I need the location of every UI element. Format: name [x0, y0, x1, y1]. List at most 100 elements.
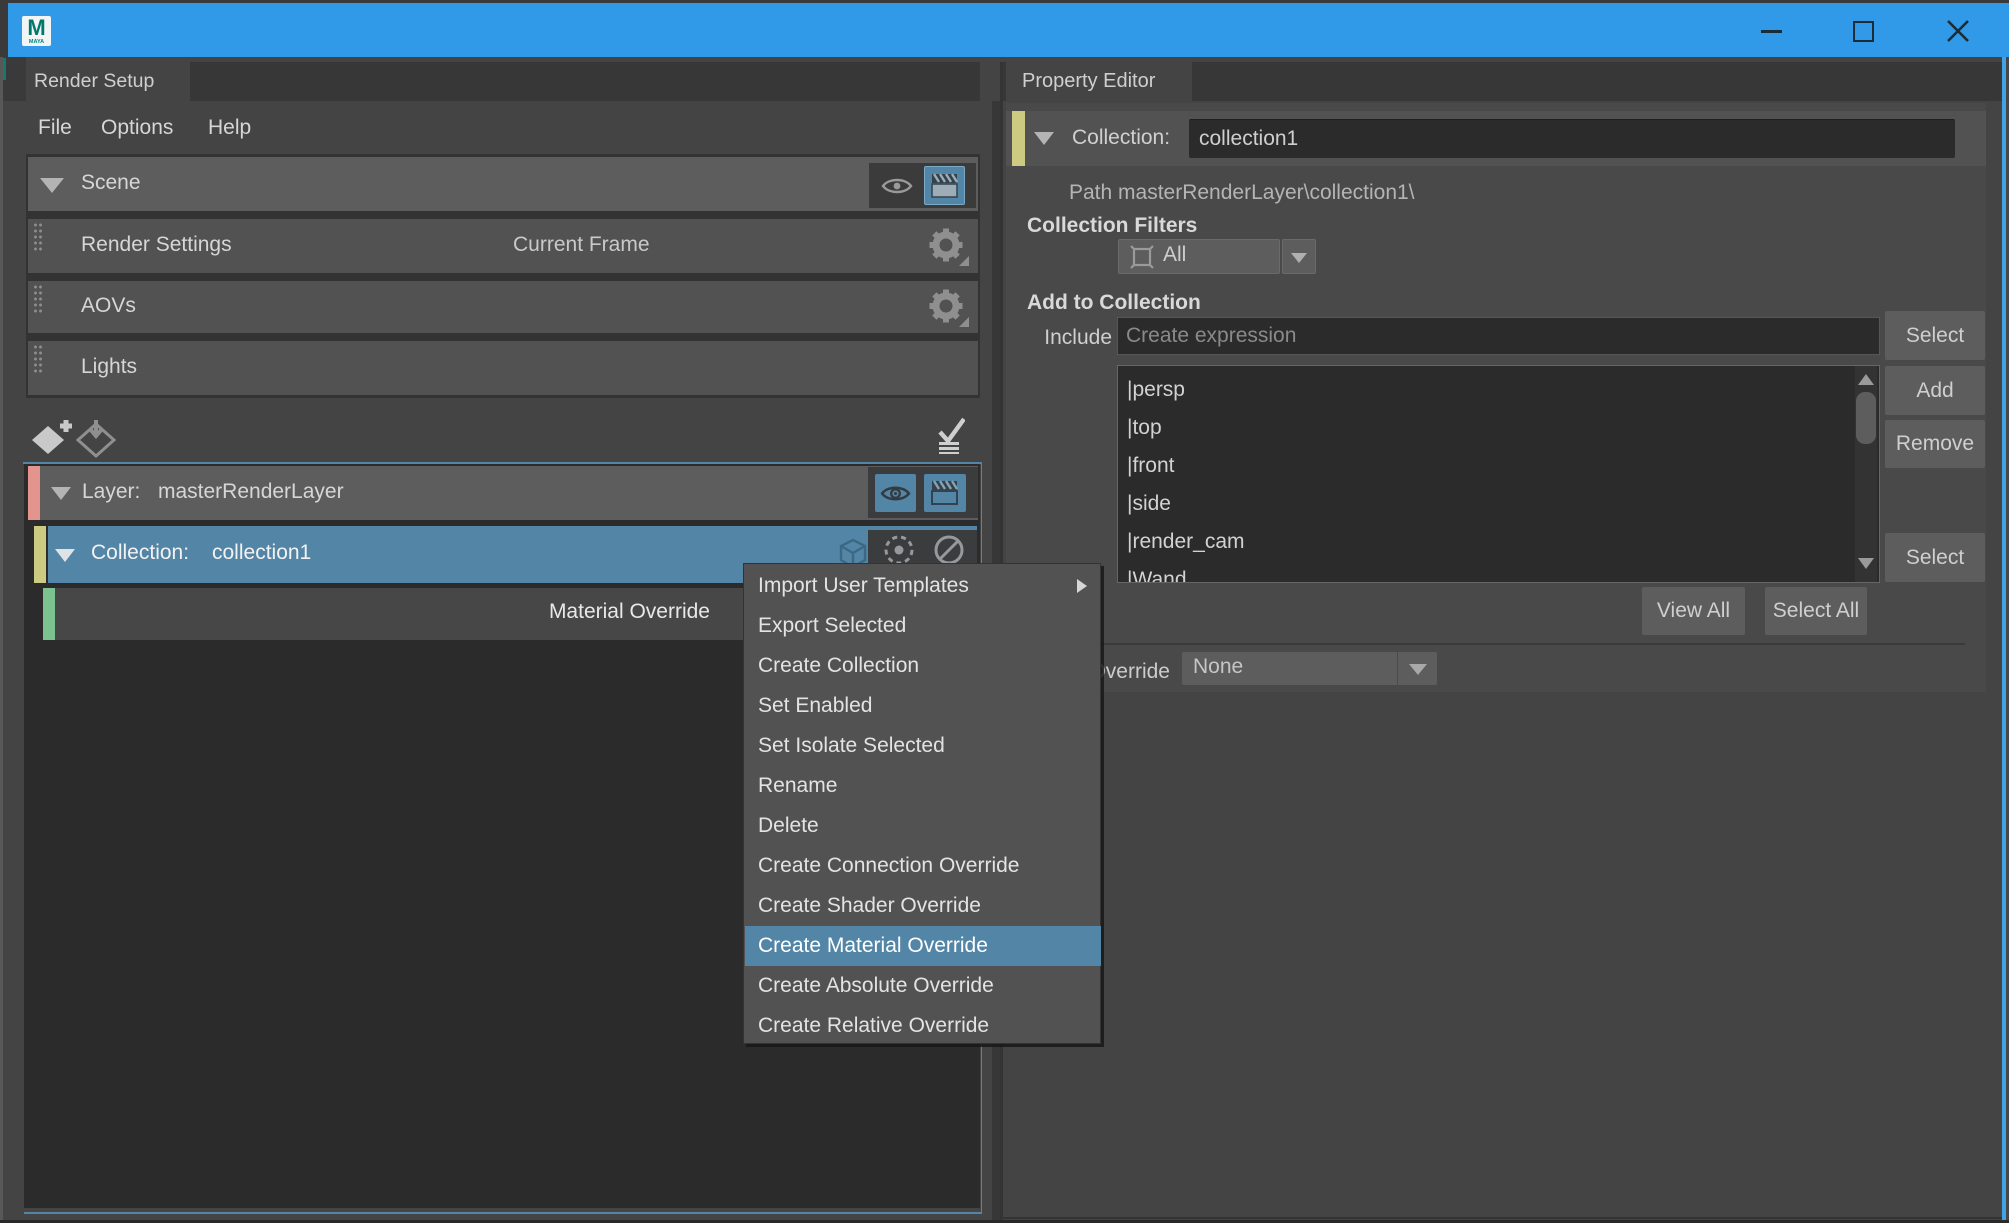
menu-item-set-isolate-selected[interactable]: Set Isolate Selected [745, 726, 1101, 766]
collection-property-label: Collection: [1072, 126, 1170, 150]
maximize-button[interactable] [1817, 3, 1909, 57]
collection-collapse-icon[interactable] [55, 549, 75, 562]
menu-help[interactable]: Help [208, 116, 251, 140]
right-panel-bottom-line [1003, 1217, 2002, 1219]
list-item-top[interactable]: |top [1118, 409, 1818, 447]
collection-property-collapse-icon[interactable] [1034, 132, 1054, 145]
menu-item-create-material-override[interactable]: Create Material Override [745, 926, 1101, 966]
maximize-icon [1853, 21, 1874, 42]
menu-file[interactable]: File [38, 116, 72, 140]
scene-icon-box [869, 163, 976, 208]
minimize-button[interactable] [1725, 3, 1817, 57]
include-label: Include [1035, 326, 1112, 350]
minimize-icon [1761, 30, 1782, 33]
view-all-button[interactable]: View All [1642, 587, 1745, 635]
titlebar-left-corner [0, 0, 8, 57]
titlebar[interactable] [0, 3, 2009, 57]
maya-logo-letter: M [22, 17, 51, 39]
layer-collapse-icon[interactable] [51, 487, 71, 500]
tab-render-setup-label: Render Setup [34, 70, 154, 92]
select-all-button[interactable]: Select All [1765, 587, 1867, 635]
filter-all-icon [1129, 244, 1155, 270]
layer-render-button[interactable] [924, 474, 966, 512]
aovs-row[interactable]: AOVs [28, 281, 978, 333]
collection-name-input[interactable]: collection1 [1189, 119, 1955, 158]
eye-icon[interactable] [881, 174, 913, 198]
collection-bar-seam [46, 526, 48, 583]
scene-header-row[interactable]: Scene [28, 157, 978, 211]
menu-item-delete[interactable]: Delete [745, 806, 1101, 846]
select-top-button[interactable]: Select [1885, 311, 1985, 360]
menu-item-create-shader-override[interactable]: Create Shader Override [745, 886, 1101, 926]
import-collection-icon[interactable] [76, 418, 118, 458]
scene-render-button[interactable] [924, 166, 965, 205]
menu-item-export-selected[interactable]: Export Selected [745, 606, 1101, 646]
gear-icon[interactable] [927, 226, 969, 268]
chevron-down-icon [1291, 253, 1307, 263]
scene-collapse-icon[interactable] [40, 178, 64, 193]
lights-row[interactable]: Lights [28, 341, 978, 395]
close-icon [1947, 20, 1969, 42]
layer-label: Layer: [82, 480, 140, 504]
include-placeholder: Create expression [1126, 324, 1296, 347]
drag-handle-icon[interactable] [33, 284, 42, 313]
create-layer-icon[interactable] [30, 418, 74, 458]
submenu-arrow-icon [1077, 579, 1087, 593]
tab-render-setup[interactable]: Render Setup [26, 62, 190, 101]
chevron-down-icon [1409, 664, 1427, 675]
objects-list-items: |persp|top|front|side|render_cam|Wand [1118, 366, 1848, 582]
menu-item-create-connection-override[interactable]: Create Connection Override [745, 846, 1101, 886]
menu-item-rename[interactable]: Rename [745, 766, 1101, 806]
filter-dropdown[interactable]: All [1118, 239, 1280, 274]
menu-item-import-user-templates[interactable]: Import User Templates [745, 566, 1101, 606]
add-to-collection-header: Add to Collection [1027, 291, 1201, 315]
layer-icon-box [868, 467, 978, 518]
collection-label: Collection: [91, 541, 189, 565]
layer-color-bar [28, 466, 40, 520]
scroll-up-icon[interactable] [1858, 374, 1874, 385]
render-settings-row[interactable]: Render Settings Current Frame [28, 219, 978, 273]
gear-icon[interactable] [927, 287, 969, 329]
include-input[interactable]: Create expression [1117, 317, 1880, 355]
list-item-front[interactable]: |front [1118, 447, 1818, 485]
filter-dropdown-arrow-button[interactable] [1282, 239, 1316, 274]
add-button[interactable]: Add [1885, 366, 1985, 415]
menu-options[interactable]: Options [101, 116, 173, 140]
drag-handle-icon[interactable] [33, 344, 42, 373]
render-settings-label: Render Settings [81, 233, 232, 257]
isolate-select-icon[interactable] [882, 533, 916, 567]
objects-list[interactable]: |persp|top|front|side|render_cam|Wand [1117, 365, 1880, 583]
list-item-render_cam[interactable]: |render_cam [1118, 523, 1818, 561]
disable-icon[interactable] [932, 533, 966, 567]
list-scrollbar[interactable] [1855, 366, 1877, 582]
collection-property-bar [1012, 111, 1025, 166]
menu-item-create-collection[interactable]: Create Collection [745, 646, 1101, 686]
menu-item-create-relative-override[interactable]: Create Relative Override [745, 1006, 1101, 1046]
override-color-bar [43, 588, 55, 640]
override-dropdown-arrow-button[interactable] [1397, 652, 1437, 685]
scroll-down-icon[interactable] [1858, 558, 1874, 569]
remove-button[interactable]: Remove [1885, 420, 1985, 468]
collection-filters-header: Collection Filters [1027, 214, 1197, 238]
scrollbar-thumb[interactable] [1856, 392, 1876, 444]
menu-item-set-enabled[interactable]: Set Enabled [745, 686, 1101, 726]
material-override-label: Material Override [549, 600, 710, 624]
layer-tree-top-border [23, 462, 982, 464]
list-item-side[interactable]: |side [1118, 485, 1818, 523]
scene-label: Scene [81, 171, 141, 195]
collection-property-row: Collection: collection1 [1006, 111, 1986, 166]
collection-name-value: collection1 [1199, 127, 1298, 150]
list-item-persp[interactable]: |persp [1118, 371, 1818, 409]
override-dropdown[interactable]: None [1182, 652, 1397, 685]
context-menu: Import User TemplatesExport SelectedCrea… [743, 563, 1101, 1044]
close-button[interactable] [1909, 3, 2009, 57]
list-item-Wand[interactable]: |Wand [1118, 561, 1818, 583]
render-settings-value: Current Frame [513, 233, 650, 257]
isolate-list-icon[interactable] [938, 416, 965, 454]
layer-row[interactable]: Layer: masterRenderLayer [28, 466, 978, 520]
tab-property-editor[interactable]: Property Editor [1006, 62, 1192, 101]
menu-item-create-absolute-override[interactable]: Create Absolute Override [745, 966, 1101, 1006]
drag-handle-icon[interactable] [33, 222, 42, 251]
select-bottom-button[interactable]: Select [1885, 533, 1985, 582]
layer-visibility-button[interactable] [875, 474, 916, 512]
